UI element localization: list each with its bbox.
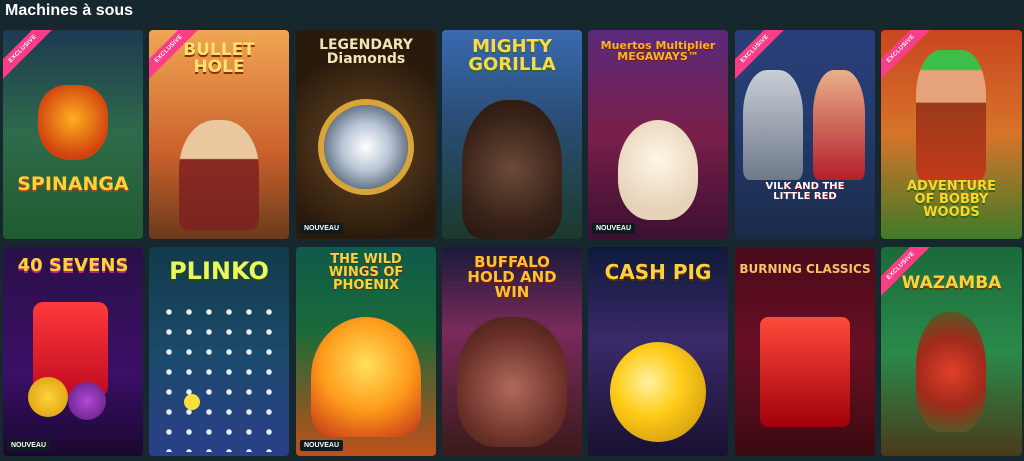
game-title: CASH PIG [604, 260, 712, 284]
section-title: Machines à sous [5, 2, 134, 19]
game-title: WAZAMBA [901, 273, 1002, 293]
phoenix-artwork [311, 317, 421, 437]
buffalo-artwork [457, 317, 567, 447]
game-title: THE WILD WINGS OF PHOENIX [328, 252, 404, 293]
game-tile-bullet-hole[interactable]: BULLET HOLE EXCLUSIVE [149, 30, 289, 239]
game-tile-cash-pig[interactable]: CASH PIG [588, 247, 728, 456]
game-tile-wild-wings-phoenix[interactable]: THE WILD WINGS OF PHOENIX NOUVEAU [296, 247, 436, 456]
game-tile-wazamba[interactable]: WAZAMBA EXCLUSIVE [881, 247, 1022, 456]
game-tile-spinanga[interactable]: SPINANGA EXCLUSIVE [3, 30, 143, 239]
game-tile-vilk-little-red[interactable]: VILK AND THE LITTLE RED EXCLUSIVE [735, 30, 875, 239]
gorilla-artwork [462, 100, 562, 239]
exclusive-badge: EXCLUSIVE [3, 30, 57, 83]
game-tile-muertos-multiplier[interactable]: Muertos Multiplier MEGAWAYS™ NOUVEAU [588, 30, 728, 239]
plum-artwork [68, 382, 106, 420]
red-hood-artwork [813, 70, 865, 180]
game-title: ADVENTURE OF BOBBY WOODS [907, 179, 996, 220]
diamond-artwork [324, 105, 408, 189]
sheriff-artwork [179, 120, 259, 230]
fruit-artwork [28, 377, 68, 417]
tiger-artwork [38, 85, 108, 160]
pig-artwork [610, 342, 706, 442]
game-title: MIGHTY GORILLA [468, 36, 556, 75]
new-badge: NOUVEAU [592, 223, 636, 234]
game-tile-mighty-gorilla[interactable]: MIGHTY GORILLA [442, 30, 582, 239]
game-title: BUFFALO HOLD AND WIN [467, 253, 557, 301]
game-title: Muertos Multiplier MEGAWAYS™ [600, 39, 716, 63]
new-badge: NOUVEAU [300, 440, 344, 451]
game-title: SPINANGA [17, 173, 129, 195]
new-badge: NOUVEAU [300, 223, 344, 234]
slot-games-grid: SPINANGA EXCLUSIVE BULLET HOLE EXCLUSIVE… [3, 30, 1024, 461]
game-tile-40-sevens[interactable]: 40 SEVENS NOUVEAU [3, 247, 143, 456]
game-tile-buffalo-hold-win[interactable]: BUFFALO HOLD AND WIN [442, 247, 582, 456]
lumberjack-artwork [916, 50, 986, 180]
skull-artwork [618, 120, 698, 220]
ball-artwork [184, 394, 200, 410]
game-title: 40 SEVENS [17, 255, 129, 276]
wolf-artwork [743, 70, 803, 180]
game-title: BURNING CLASSICS [739, 262, 871, 276]
game-tile-bobby-woods[interactable]: ADVENTURE OF BOBBY WOODS EXCLUSIVE [881, 30, 1022, 239]
seven-artwork [760, 317, 850, 427]
game-tile-plinko[interactable]: PLINKO [149, 247, 289, 456]
game-title: LEGENDARY Diamonds [319, 37, 413, 67]
pegboard-artwork [159, 302, 279, 452]
game-tile-burning-classics[interactable]: BURNING CLASSICS [735, 247, 875, 456]
new-badge: NOUVEAU [7, 440, 51, 451]
mask-artwork [916, 312, 986, 432]
game-title: PLINKO [169, 257, 269, 285]
game-tile-legendary-diamonds[interactable]: LEGENDARY Diamonds NOUVEAU [296, 30, 436, 239]
game-title: VILK AND THE LITTLE RED [765, 181, 845, 202]
